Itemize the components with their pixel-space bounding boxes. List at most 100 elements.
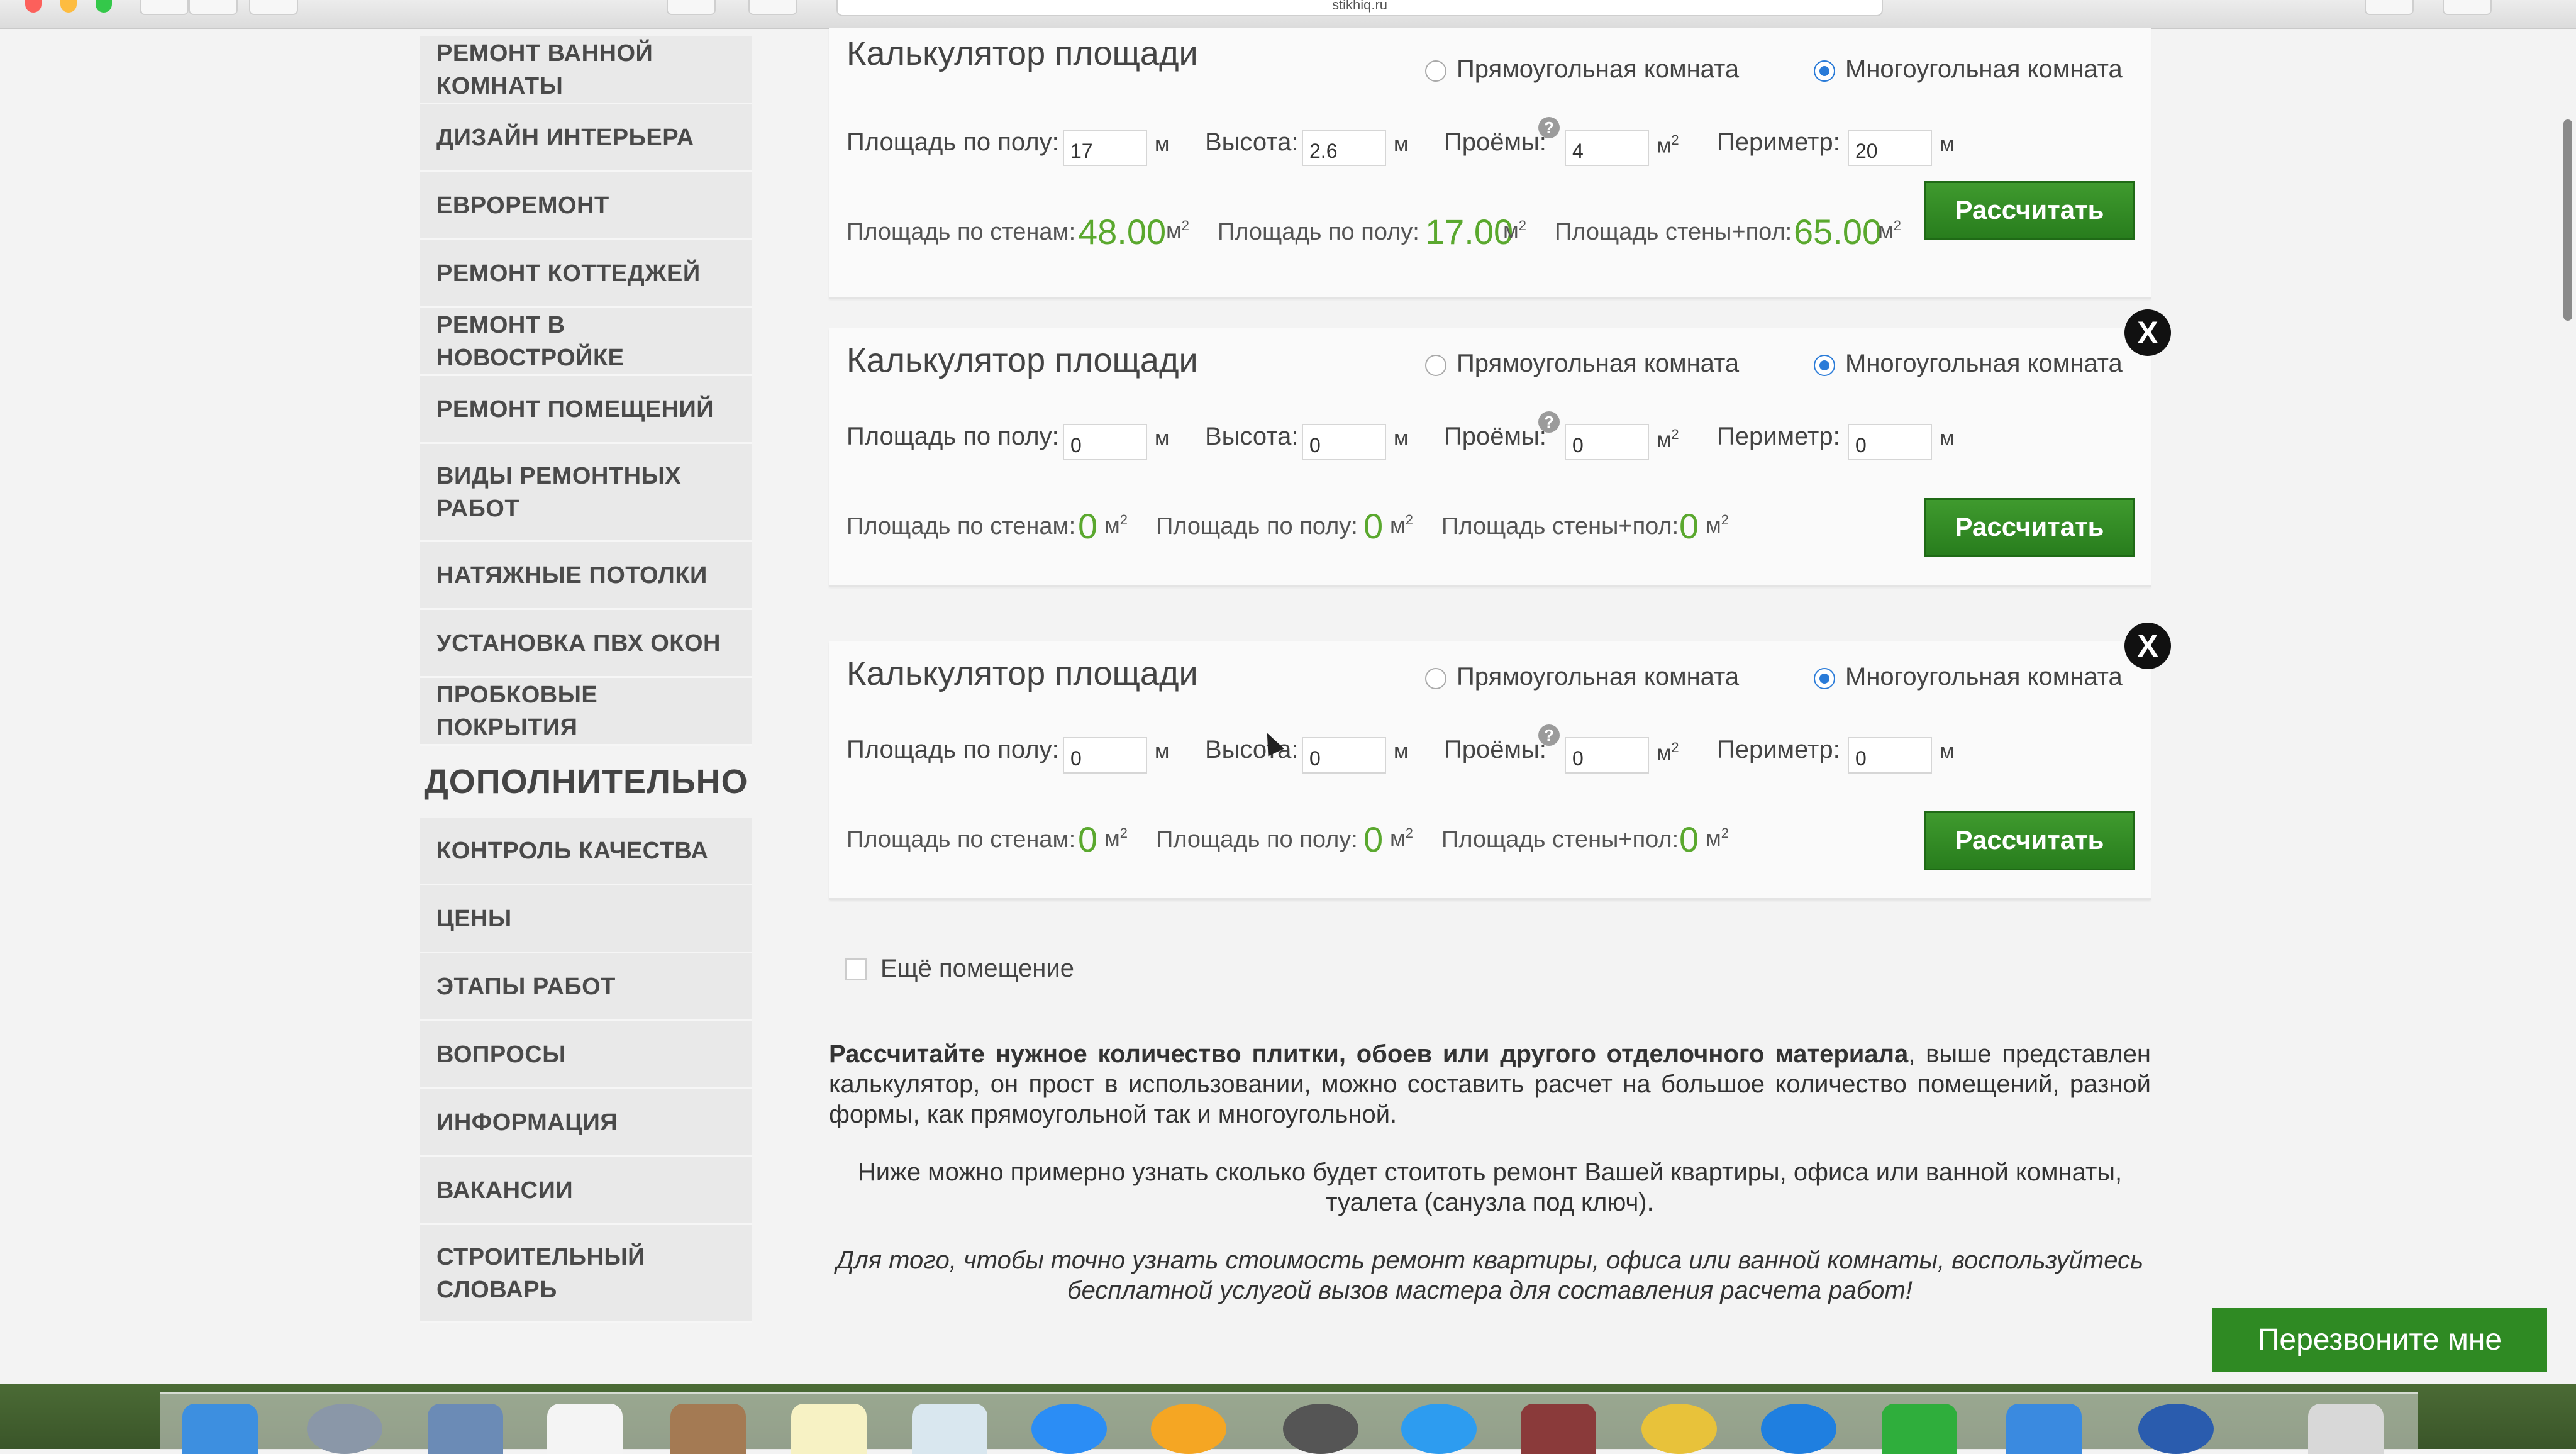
messages-icon[interactable] [1031, 1404, 1107, 1454]
sidebar-item-pvc-windows[interactable]: УСТАНОВКА ПВХ ОКОН [420, 610, 752, 678]
more-room-option[interactable]: Ещё помещение [845, 955, 1074, 983]
finder-icon[interactable] [182, 1404, 258, 1454]
scrollbar[interactable] [2563, 119, 2572, 321]
sidebar-item-information[interactable]: ИНФОРМАЦИЯ [420, 1089, 752, 1157]
sidebar-item-label: РЕМОНТ В НОВОСТРОЙКЕ [436, 311, 625, 371]
sidebar-item-cork[interactable]: ПРОБКОВЫЕ ПОКРЫТИЯ [420, 678, 752, 746]
mail-icon[interactable] [428, 1404, 503, 1454]
unit-text: м [1878, 218, 1894, 243]
sidebar-item-label: ЭТАПЫ РАБОТ [436, 973, 616, 1000]
sidebar-item-prices[interactable]: ЦЕНЫ [420, 885, 752, 953]
calendar-icon[interactable] [547, 1404, 623, 1454]
wall-area-result-label: Площадь по стенам: [847, 219, 1076, 245]
tabs-button[interactable] [2365, 0, 2414, 15]
perimeter-input[interactable]: 0 [1848, 737, 1932, 774]
sidebar-item-questions[interactable]: ВОПРОСЫ [420, 1021, 752, 1089]
new-window-button[interactable] [2443, 0, 2492, 15]
floor-area-input[interactable]: 0 [1063, 737, 1147, 774]
openings-input[interactable]: 0 [1565, 737, 1649, 774]
sidebar-item-label: РЕМОНТ КОТТЕДЖЕЙ [436, 260, 701, 287]
calculate-button[interactable]: Рассчитать [1924, 498, 2135, 557]
result-unit: м2 [1878, 218, 1901, 244]
unit-text: м [1104, 825, 1120, 851]
download-button[interactable] [748, 0, 797, 15]
help-icon[interactable]: ? [1538, 411, 1560, 433]
excel-icon[interactable] [1882, 1404, 1957, 1454]
sidebar-item-label: ПРОБКОВЫЕ ПОКРЫТИЯ [436, 681, 598, 741]
total-area-result-label: Площадь стены+пол: [1441, 826, 1679, 853]
calculate-button[interactable]: Рассчитать [1924, 181, 2135, 240]
close-icon[interactable]: X [2124, 309, 2171, 356]
app-store-icon[interactable] [1401, 1404, 1477, 1454]
unit-text: м [1657, 133, 1672, 158]
contacts-icon[interactable] [670, 1404, 746, 1454]
floor-area-result-label: Площадь по полу: [1156, 513, 1358, 540]
word-icon[interactable] [2006, 1404, 2082, 1454]
sidebar-item-bathroom[interactable]: РЕМОНТ ВАННОЙ КОМНАТЫ [420, 36, 752, 104]
callback-button[interactable]: Перезвоните мне [2212, 1308, 2547, 1372]
sidebar-item-dictionary[interactable]: СТРОИТЕЛЬНЫЙ СЛОВАРЬ [420, 1225, 752, 1323]
ibooks-icon[interactable] [1151, 1404, 1226, 1454]
forward-button[interactable] [189, 0, 238, 15]
radio-polygonal[interactable] [1814, 668, 1835, 689]
radio-polygonal[interactable] [1814, 60, 1835, 82]
sidebar-toggle-button[interactable] [249, 0, 298, 15]
description-bold: Рассчитайте нужное количество плитки, об… [829, 1040, 1909, 1068]
launchpad-icon[interactable] [307, 1404, 382, 1454]
floor-area-input[interactable]: 0 [1063, 424, 1147, 460]
radio-polygonal-label: Многоугольная комната [1845, 55, 2123, 83]
minimize-window-button[interactable] [60, 0, 77, 13]
height-input[interactable]: 0 [1302, 424, 1386, 460]
sidebar-item-cottages[interactable]: РЕМОНТ КОТТЕДЖЕЙ [420, 240, 752, 308]
sidebar-item-vacancies[interactable]: ВАКАНСИИ [420, 1157, 752, 1225]
help-icon[interactable]: ? [1538, 724, 1560, 746]
app-icon[interactable] [2138, 1404, 2214, 1454]
address-bar[interactable]: stikhiq.ru [836, 0, 1883, 16]
floor-area-input[interactable]: 17 [1063, 130, 1147, 166]
sidebar-item-work-types[interactable]: ВИДЫ РЕМОНТНЫХ РАБОТ [420, 444, 752, 542]
radio-rectangular[interactable] [1425, 355, 1446, 376]
openings-input[interactable]: 0 [1565, 424, 1649, 460]
more-room-checkbox[interactable] [845, 958, 867, 980]
sidebar-item-euro-renovation[interactable]: ЕВРОРЕМОНТ [420, 172, 752, 240]
photos-icon[interactable] [1641, 1404, 1717, 1454]
trash-icon[interactable] [2308, 1404, 2384, 1454]
help-icon[interactable]: ? [1538, 117, 1560, 138]
radio-rectangular[interactable] [1425, 668, 1446, 689]
sidebar-item-quality[interactable]: КОНТРОЛЬ КАЧЕСТВА [420, 818, 752, 885]
total-area-result-value: 0 [1679, 506, 1699, 546]
openings-input[interactable]: 4 [1565, 130, 1649, 166]
notes-icon[interactable] [791, 1404, 867, 1454]
close-icon[interactable]: X [2124, 623, 2171, 669]
zoom-window-button[interactable] [96, 0, 112, 13]
sidebar-item-new-building[interactable]: РЕМОНТ В НОВОСТРОЙКЕ [420, 308, 752, 376]
unit-label: м [1940, 740, 1955, 763]
photo-booth-icon[interactable] [1521, 1404, 1596, 1454]
system-preferences-icon[interactable] [1283, 1404, 1358, 1454]
unit-text: м [1706, 825, 1721, 851]
browser-toolbar: stikhiq.ru [0, 0, 2576, 29]
radio-rectangular-label: Прямоугольная комната [1457, 55, 1740, 83]
description-paragraph: Рассчитайте нужное количество плитки, об… [829, 1039, 2151, 1129]
sidebar-item-premises[interactable]: РЕМОНТ ПОМЕЩЕНИЙ [420, 376, 752, 444]
result-unit: м2 [1390, 512, 1413, 538]
safari-icon[interactable] [1761, 1404, 1836, 1454]
unit-text: м [1390, 512, 1406, 538]
back-button[interactable] [140, 0, 189, 15]
perimeter-input[interactable]: 20 [1848, 130, 1932, 166]
share-button[interactable] [667, 0, 716, 15]
height-input[interactable]: 0 [1302, 737, 1386, 774]
sidebar-item-stages[interactable]: ЭТАПЫ РАБОТ [420, 953, 752, 1021]
sidebar-item-ceilings[interactable]: НАТЯЖНЫЕ ПОТОЛКИ [420, 542, 752, 610]
sidebar-item-label: ВОПРОСЫ [436, 1041, 566, 1068]
sidebar-item-interior-design[interactable]: ДИЗАЙН ИНТЕРЬЕРА [420, 104, 752, 172]
calculate-button[interactable]: Рассчитать [1924, 811, 2135, 870]
radio-rectangular[interactable] [1425, 60, 1446, 82]
close-window-button[interactable] [25, 0, 42, 13]
preview-icon[interactable] [912, 1404, 987, 1454]
radio-polygonal[interactable] [1814, 355, 1835, 376]
floor-area-result-label: Площадь по полу: [1156, 826, 1358, 853]
sidebar-item-label: КОНТРОЛЬ КАЧЕСТВА [436, 837, 709, 864]
height-input[interactable]: 2.6 [1302, 130, 1386, 166]
perimeter-input[interactable]: 0 [1848, 424, 1932, 460]
